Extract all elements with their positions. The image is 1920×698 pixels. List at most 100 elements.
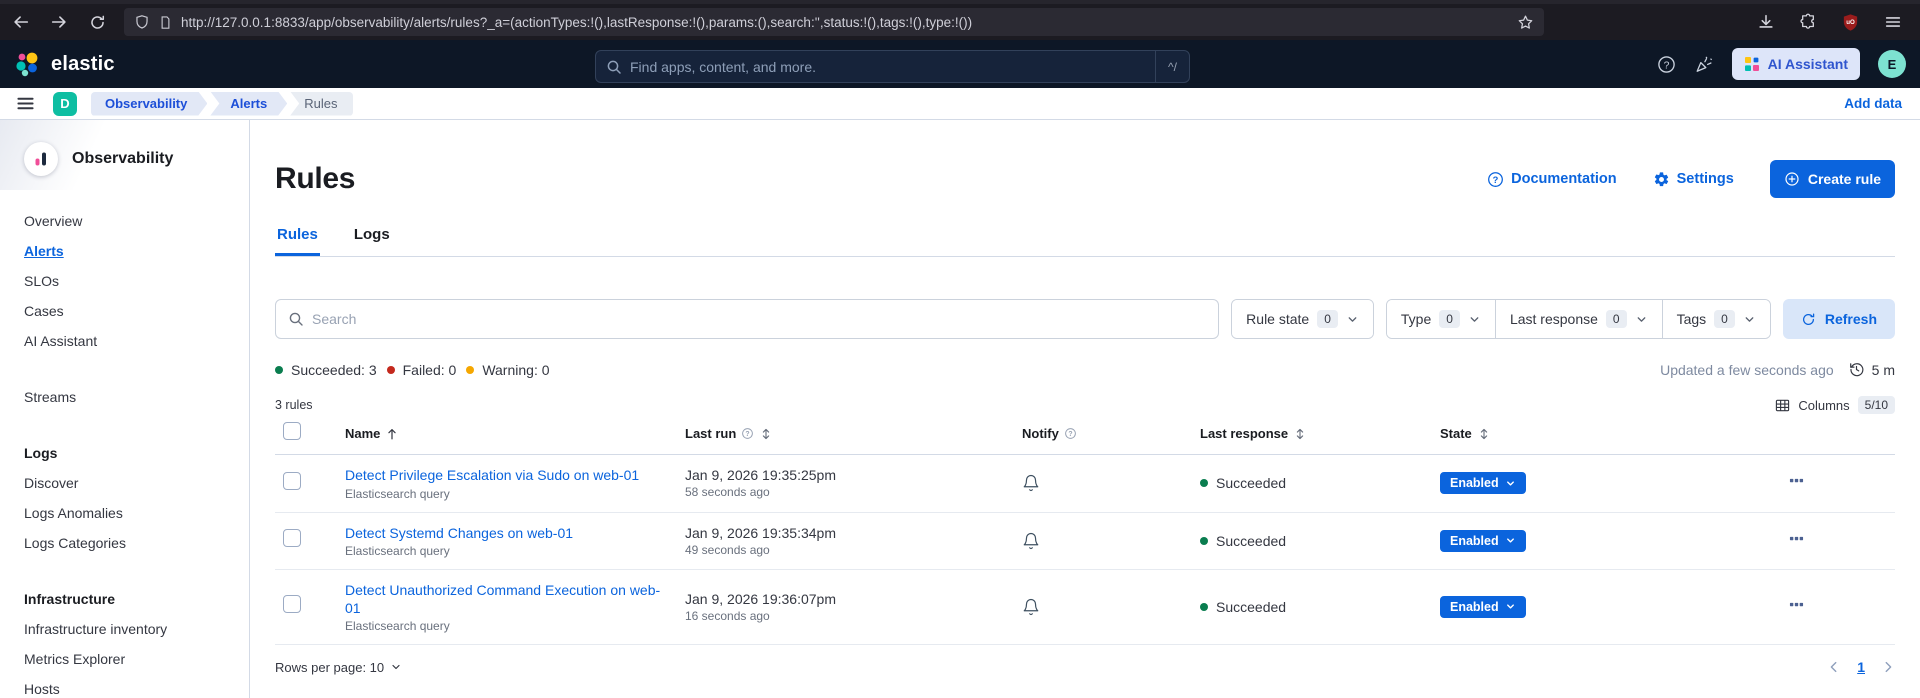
help-icon[interactable]: ? [1657,55,1676,74]
sidebar-item-infrastructure-inventory[interactable]: Infrastructure inventory [24,614,167,644]
create-rule-button[interactable]: Create rule [1769,160,1895,198]
failed-dot-icon [386,365,395,374]
last-run-time: Jan 9, 2026 19:35:25pm [685,467,837,484]
rows-per-page-control[interactable]: Rows per page: 10 [275,660,402,675]
select-all-checkbox[interactable] [283,422,301,441]
state-dropdown[interactable]: Enabled [1440,529,1526,552]
actions-menu-button[interactable] [1783,593,1810,616]
browser-url-bar[interactable]: http://127.0.0.1:8833/app/observability/… [124,8,1544,36]
documentation-link[interactable]: ? Documentation [1487,171,1617,188]
last-response-label: Succeeded [1216,475,1287,492]
sortable-icon [1296,428,1304,440]
add-data-link[interactable]: Add data [1844,96,1902,111]
space-avatar[interactable]: D [53,91,77,116]
state-dropdown[interactable]: Enabled [1440,472,1526,495]
elastic-logo[interactable]: elastic [14,50,115,78]
sidebar-item-alerts[interactable]: Alerts [24,236,64,266]
url-text[interactable]: http://127.0.0.1:8833/app/observability/… [181,15,1509,30]
observability-logo-icon [24,142,58,176]
browser-back-button[interactable] [10,11,32,33]
page-info-icon[interactable] [158,15,173,30]
tab-logs[interactable]: Logs [352,226,392,256]
row-checkbox[interactable] [283,595,301,614]
browser-forward-button[interactable] [48,11,70,33]
column-header-name[interactable]: Name [345,426,685,441]
column-header-notify[interactable]: Notify ? [1010,426,1200,441]
bell-icon[interactable] [1022,474,1040,492]
chevron-down-icon [392,665,400,670]
status-failed[interactable]: Failed: 0 [386,362,456,378]
last-run-ago: 58 seconds ago [685,485,770,500]
sidebar-item-slos[interactable]: SLOs [24,266,59,296]
page-number-1[interactable]: 1 [1857,659,1865,675]
sidebar-item-logs-anomalies[interactable]: Logs Anomalies [24,498,123,528]
sidebar-item-discover[interactable]: Discover [24,468,78,498]
filter-last-response[interactable]: Last response 0 [1494,300,1662,338]
browser-reload-button[interactable] [86,11,108,33]
refresh-interval-control[interactable]: 5 m [1848,361,1895,378]
column-header-state[interactable]: State [1426,426,1775,441]
chevron-down-icon [1506,538,1514,543]
breadcrumb-alerts[interactable]: Alerts [210,92,287,116]
rule-name-link[interactable]: Detect Privilege Escalation via Sudo on … [345,466,665,484]
sidebar-item-metrics-explorer[interactable]: Metrics Explorer [24,644,125,674]
sidebar-item-streams[interactable]: Streams [24,382,76,412]
sidebar-item-cases[interactable]: Cases [24,296,64,326]
filter-tags[interactable]: Tags 0 [1661,300,1770,338]
warning-dot-icon [466,365,475,374]
rule-name-link[interactable]: Detect Unauthorized Command Execution on… [345,581,665,617]
table-row: Detect Systemd Changes on web-01 Elastic… [275,513,1895,570]
sidebar-item-ai-assistant[interactable]: AI Assistant [24,326,97,356]
main-content: Rules ? Documentation Settings Create ru… [250,120,1920,698]
next-page-icon[interactable] [1881,660,1895,674]
rules-search-input[interactable]: Search [275,299,1220,339]
status-succeeded[interactable]: Succeeded: 3 [275,362,377,378]
time-refresh-icon [1849,363,1864,377]
ublock-extension-icon[interactable]: uO [1841,13,1860,32]
filter-type[interactable]: Type 0 [1386,300,1495,338]
columns-grid-icon [1776,399,1790,411]
sidebar-item-hosts[interactable]: Hosts [24,674,60,698]
settings-link[interactable]: Settings [1653,171,1734,188]
sidebar-item-logs-categories[interactable]: Logs Categories [24,528,126,558]
browser-menu-icon[interactable] [1884,13,1902,31]
row-checkbox[interactable] [283,471,301,490]
site-security-shield-icon[interactable] [134,14,150,30]
column-header-last-response[interactable]: Last response [1200,426,1426,441]
table-row: Detect Privilege Escalation via Sudo on … [275,455,1895,513]
breadcrumb: Observability Alerts Rules [91,91,354,116]
extensions-puzzle-icon[interactable] [1799,13,1817,31]
bell-icon[interactable] [1022,598,1040,616]
global-search-input[interactable]: Find apps, content, and more. ^/ [595,50,1190,83]
user-avatar[interactable]: E [1878,50,1906,78]
success-dot-icon [1200,479,1208,488]
columns-selector[interactable]: Columns 5/10 [1775,396,1895,415]
filter-label: Last response [1509,311,1598,327]
previous-page-icon[interactable] [1827,660,1841,674]
breadcrumb-bar: D Observability Alerts Rules Add data [0,88,1920,120]
succeeded-dot-icon [275,365,283,374]
bookmark-star-icon[interactable] [1517,14,1534,31]
state-dropdown[interactable]: Enabled [1440,595,1526,618]
actions-menu-button[interactable] [1783,527,1810,550]
ai-assistant-button[interactable]: AI Assistant [1731,48,1860,80]
nav-menu-icon[interactable] [16,94,35,113]
actions-menu-button[interactable] [1783,469,1810,492]
bell-icon[interactable] [1022,532,1040,550]
sortable-icon [1480,428,1487,440]
last-response-label: Succeeded [1216,598,1287,615]
newsfeed-icon[interactable] [1694,54,1714,74]
row-checkbox[interactable] [283,529,301,548]
rule-name-link[interactable]: Detect Systemd Changes on web-01 [345,524,665,542]
state-label: Enabled [1450,599,1499,614]
refresh-button[interactable]: Refresh [1782,299,1895,339]
downloads-icon[interactable] [1757,13,1775,31]
column-header-last-run[interactable]: Last run ? [685,426,1010,441]
filter-rule-state[interactable]: Rule state 0 [1232,300,1373,338]
status-warning[interactable]: Warning: 0 [466,362,550,378]
svg-text:?: ? [746,431,750,438]
sidebar-item-overview[interactable]: Overview [24,206,82,236]
breadcrumb-observability[interactable]: Observability [91,92,207,116]
tab-rules[interactable]: Rules [275,226,320,256]
last-run-ago: 49 seconds ago [685,542,770,557]
